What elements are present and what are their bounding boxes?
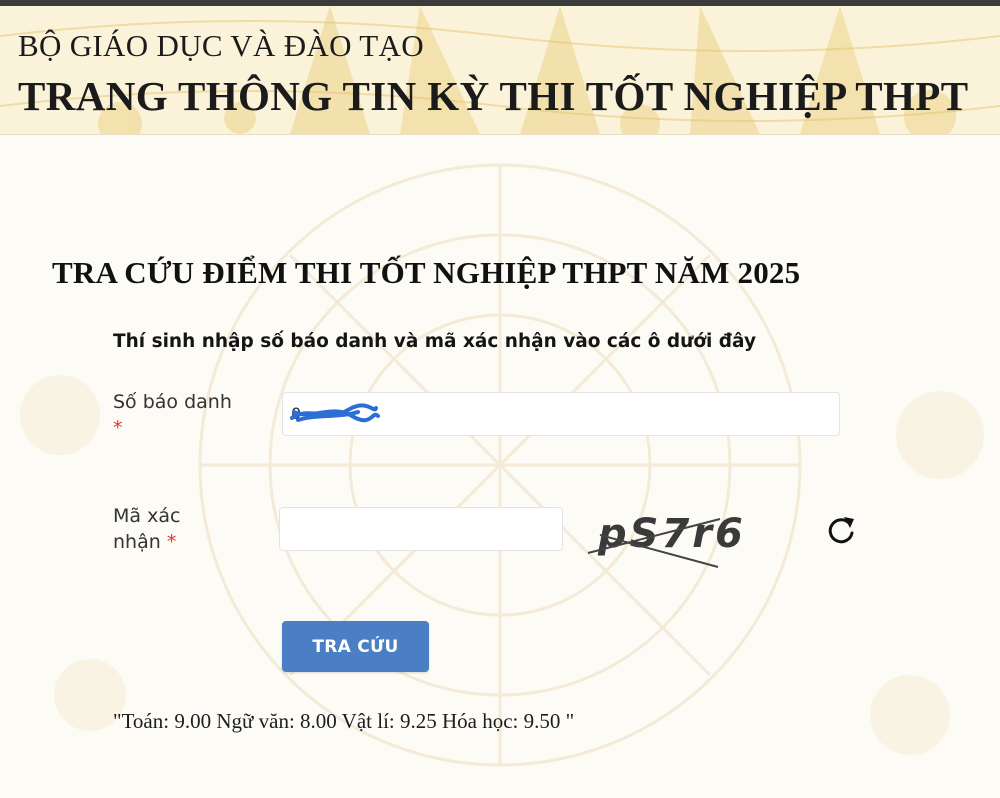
search-button[interactable]: TRA CỨU <box>282 621 429 672</box>
required-mark: * <box>113 417 123 439</box>
captcha-label-line1: Mã xác <box>113 505 181 527</box>
main-content: TRA CỨU ĐIỂM THI TỐT NGHIỆP THPT NĂM 202… <box>0 135 1000 798</box>
candidate-number-label-text: Số báo danh <box>113 391 232 413</box>
captcha-label-line2: nhận <box>113 531 161 553</box>
redaction-scribble <box>290 403 380 423</box>
captcha-label: Mã xác nhận * <box>113 503 223 555</box>
captcha-strike-lines <box>587 518 721 568</box>
site-title: TRANG THÔNG TIN KỲ THI TỐT NGHIỆP THPT <box>18 73 969 119</box>
form-instruction: Thí sinh nhập số báo danh và mã xác nhận… <box>113 331 757 352</box>
candidate-number-label: Số báo danh * <box>113 389 273 441</box>
score-result: "Toán: 9.00 Ngữ văn: 8.00 Vật lí: 9.25 H… <box>113 709 575 733</box>
page-title: TRA CỨU ĐIỂM THI TỐT NGHIỆP THPT NĂM 202… <box>52 255 801 290</box>
captcha-input[interactable] <box>279 507 563 551</box>
ministry-name: BỘ GIÁO DỤC VÀ ĐÀO TẠO <box>18 28 424 63</box>
site-header: BỘ GIÁO DỤC VÀ ĐÀO TẠO TRANG THÔNG TIN K… <box>0 6 1000 135</box>
captcha-image: pS7r6 <box>580 501 800 571</box>
background-watermark <box>20 163 984 767</box>
refresh-icon[interactable] <box>822 511 860 549</box>
required-mark: * <box>166 531 177 553</box>
